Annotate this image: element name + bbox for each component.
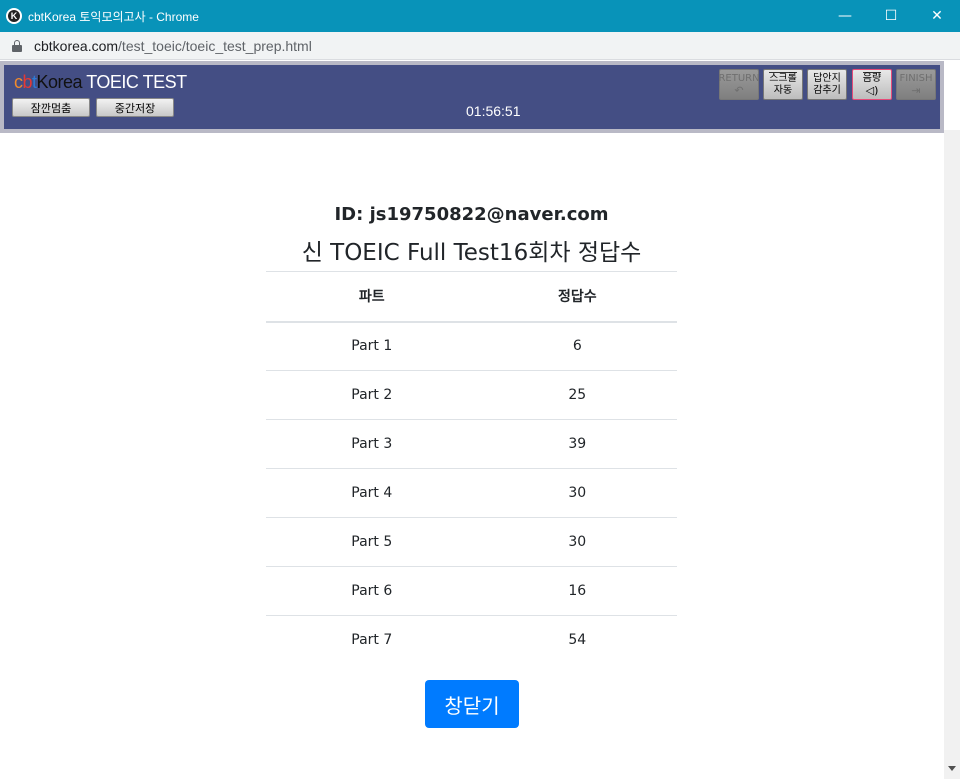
part-cell: Part 7 <box>351 632 393 649</box>
return-icon: ↶ <box>734 83 744 97</box>
window-title-bar: K cbtKorea 토익모의고사 - Chrome — ☐ ✕ <box>0 0 960 32</box>
correct-cell: 30 <box>477 517 677 567</box>
lock-icon <box>12 39 22 52</box>
close-window-result-button[interactable]: 창닫기 <box>425 680 519 728</box>
timer: 01:56:51 <box>466 103 521 119</box>
toolbar-frame: cbtKorea TOEIC TEST 잠깐멈춤 중간저장 01:56:51 R… <box>0 61 944 133</box>
table-row: Part 3 39 <box>266 419 677 469</box>
correct-cell: 54 <box>568 632 587 649</box>
table-row: Part 5 30 <box>266 517 677 567</box>
header-correct: 정답수 <box>477 271 677 323</box>
table-row: Part 4 30 <box>266 468 677 518</box>
return-label: RETURN <box>718 72 760 84</box>
close-window-button[interactable]: ✕ <box>914 0 960 32</box>
exit-icon: ⇥ <box>911 83 921 97</box>
header-part: 파트 <box>266 271 478 323</box>
return-button[interactable]: RETURN ↶ <box>718 69 760 100</box>
part-cell: Part 1 <box>266 321 478 371</box>
part-cell: Part 6 <box>266 566 478 616</box>
hide-answer-label-2: 감추기 <box>813 84 841 96</box>
correct-cell: 25 <box>477 370 677 420</box>
pause-button[interactable]: 잠깐멈춤 <box>12 98 90 117</box>
finish-button[interactable]: FINISH ⇥ <box>896 69 936 100</box>
url-text[interactable]: cbtkorea.com/test_toeic/toeic_test_prep.… <box>34 38 312 54</box>
minimize-button[interactable]: — <box>822 0 868 32</box>
maximize-button[interactable]: ☐ <box>868 0 914 32</box>
table-header-row: 파트 정답수 <box>266 271 677 323</box>
volume-button[interactable]: 음량 ◁) <box>852 69 892 100</box>
part-cell: Part 4 <box>266 468 478 518</box>
hide-answer-sheet-button[interactable]: 답안지 감추기 <box>807 69 847 100</box>
correct-cell: 6 <box>477 321 677 371</box>
url-host: cbtkorea.com <box>34 37 119 54</box>
cbtkorea-logo: cbtKorea TOEIC TEST <box>14 72 187 92</box>
finish-label: FINISH <box>899 72 933 84</box>
table-row: Part 2 25 <box>266 370 677 420</box>
score-table: 파트 정답수 Part 1 6 Part 2 25 Part 3 39 Part… <box>266 271 677 665</box>
scroll-down-arrow-icon[interactable] <box>948 766 956 771</box>
user-id: ID: js19750822@naver.com <box>334 204 609 225</box>
correct-cell: 30 <box>477 468 677 518</box>
app-logo-icon: K <box>6 8 22 24</box>
correct-cell: 16 <box>477 566 677 616</box>
part-cell: Part 3 <box>266 419 478 469</box>
part-cell: Part 2 <box>266 370 478 420</box>
table-row: Part 7 54 <box>266 616 677 665</box>
result-panel: ID: js19750822@naver.com 신 TOEIC Full Te… <box>0 133 944 779</box>
table-row: Part 6 16 <box>266 566 677 616</box>
auto-scroll-label-2: 자동 <box>773 85 793 96</box>
url-path: /test_toeic/toeic_test_prep.html <box>118 37 312 54</box>
test-toolbar: cbtKorea TOEIC TEST 잠깐멈춤 중간저장 01:56:51 R… <box>4 65 940 129</box>
result-title: 신 TOEIC Full Test16회차 정답수 <box>301 240 642 266</box>
address-bar[interactable]: cbtkorea.com/test_toeic/toeic_test_prep.… <box>0 32 960 60</box>
correct-cell: 39 <box>477 419 677 469</box>
part-cell: Part 5 <box>266 517 478 567</box>
interim-save-button[interactable]: 중간저장 <box>96 98 174 117</box>
auto-scroll-label-1: 스크롤 <box>769 72 797 84</box>
vertical-scrollbar[interactable] <box>944 130 960 779</box>
speaker-icon: ◁) <box>865 84 879 97</box>
auto-scroll-button[interactable]: 스크롤 자동 <box>763 69 803 100</box>
hide-answer-label-1: 답안지 <box>813 72 841 84</box>
window-title: cbtKorea 토익모의고사 - Chrome <box>28 9 199 24</box>
table-row: Part 1 6 <box>266 321 677 371</box>
